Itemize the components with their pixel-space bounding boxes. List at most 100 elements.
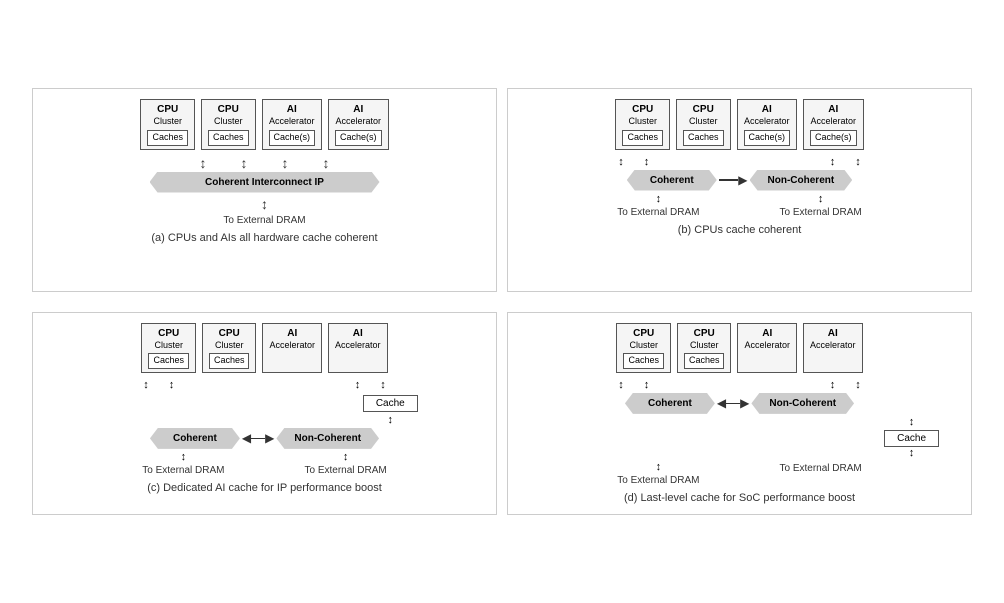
main-container: CPU Cluster Caches CPU Cluster Caches AI… bbox=[22, 78, 982, 525]
horiz-arrow-right-c: ▶ bbox=[265, 431, 274, 445]
d-ai2-title: AI bbox=[810, 327, 856, 340]
horiz-arrow-left-c: ◀ bbox=[242, 431, 251, 445]
dram-text-c1: To External DRAM bbox=[142, 465, 224, 476]
cpu2-title: CPU bbox=[208, 103, 249, 116]
block-c-ai2: AI Accelerator bbox=[328, 323, 388, 373]
block-d-ai2: AI Accelerator bbox=[803, 323, 863, 373]
banner-d-left: Coherent bbox=[625, 393, 715, 414]
arrow-a3: ↕ bbox=[282, 156, 289, 170]
ai2-inner: Cache(s) bbox=[335, 130, 382, 146]
arrow-a2: ↕ bbox=[241, 156, 248, 170]
block-c-ai1: AI Accelerator bbox=[262, 323, 322, 373]
arrow-d-dram1: ↕ bbox=[656, 461, 662, 473]
arrow-d3: ↕ bbox=[830, 379, 836, 391]
banners-row-d: Coherent ◀ ▶ Non-Coherent bbox=[625, 393, 854, 414]
b-cpu1-sub: Cluster bbox=[622, 116, 663, 128]
dram-text-c2: To External DRAM bbox=[305, 465, 387, 476]
cpu2-inner: Caches bbox=[208, 130, 249, 146]
arrow-b3: ↕ bbox=[830, 156, 836, 168]
caption-a: (a) CPUs and AIs all hardware cache cohe… bbox=[151, 232, 377, 244]
arrow-d1: ↕ bbox=[618, 379, 624, 391]
blocks-row-b: CPU Cluster Caches CPU Cluster Caches AI… bbox=[615, 99, 863, 149]
c-ai2-sub: Accelerator bbox=[335, 340, 381, 352]
c-cpu2-inner: Caches bbox=[209, 353, 250, 369]
d-cache-box: Cache bbox=[884, 430, 939, 447]
d-ai1-sub: Accelerator bbox=[744, 340, 790, 352]
dram-text-b1: To External DRAM bbox=[617, 207, 699, 218]
block-cpu2: CPU Cluster Caches bbox=[201, 99, 256, 149]
dram-text-a: To External DRAM bbox=[223, 215, 305, 226]
b-cpu2-title: CPU bbox=[683, 103, 724, 116]
block-d-cpu1: CPU Cluster Caches bbox=[616, 323, 671, 373]
arrow-d-cache-up: ↕ bbox=[909, 416, 915, 428]
blocks-row-a: CPU Cluster Caches CPU Cluster Caches AI… bbox=[140, 99, 388, 149]
block-b-ai1: AI Accelerator Cache(s) bbox=[737, 99, 798, 149]
c-ai2-title: AI bbox=[335, 327, 381, 340]
arrow-b2: ↕ bbox=[644, 156, 650, 168]
b-ai2-inner: Cache(s) bbox=[810, 130, 857, 146]
b-cpu2-inner: Caches bbox=[683, 130, 724, 146]
d-cpu1-title: CPU bbox=[623, 327, 664, 340]
horiz-arrow-right-d: ▶ bbox=[740, 396, 749, 410]
caption-c: (c) Dedicated AI cache for IP performanc… bbox=[147, 482, 382, 494]
banner-d-right: Non-Coherent bbox=[751, 393, 854, 414]
banners-row-b: Coherent ▶ Non-Coherent bbox=[627, 170, 852, 191]
block-c-cpu1: CPU Cluster Caches bbox=[141, 323, 196, 373]
c-cache-box: Cache bbox=[363, 395, 418, 412]
dram-text-d1: To External DRAM bbox=[617, 475, 699, 486]
dram-text-d2: To External DRAM bbox=[780, 463, 862, 474]
d-cpu1-inner: Caches bbox=[623, 353, 664, 369]
cpu1-title: CPU bbox=[147, 103, 188, 116]
b-cpu2-sub: Cluster bbox=[683, 116, 724, 128]
arrow-c2: ↕ bbox=[169, 379, 175, 391]
arrow-a-dram: ↕ bbox=[261, 197, 268, 211]
banners-row-c: Coherent ◀ ▶ Non-Coherent bbox=[150, 428, 379, 449]
b-ai1-sub: Accelerator bbox=[744, 116, 791, 128]
block-d-cpu2: CPU Cluster Caches bbox=[677, 323, 732, 373]
block-b-cpu1: CPU Cluster Caches bbox=[615, 99, 670, 149]
cpu1-sub: Cluster bbox=[147, 116, 188, 128]
d-cpu2-inner: Caches bbox=[684, 353, 725, 369]
ai1-title: AI bbox=[269, 103, 316, 116]
caption-d: (d) Last-level cache for SoC performance… bbox=[624, 492, 855, 504]
arrow-a1: ↕ bbox=[200, 156, 207, 170]
c-cpu2-title: CPU bbox=[209, 327, 250, 340]
c-cpu2-sub: Cluster bbox=[209, 340, 250, 352]
arrow-c-cache: ↕ bbox=[388, 414, 394, 426]
b-ai2-title: AI bbox=[810, 103, 857, 116]
b-cpu1-inner: Caches bbox=[622, 130, 663, 146]
arrow-c4: ↕ bbox=[380, 379, 386, 391]
banner-c-left: Coherent bbox=[150, 428, 240, 449]
c-ai1-title: AI bbox=[269, 327, 315, 340]
arrow-c3: ↕ bbox=[355, 379, 361, 391]
diagram-d: CPU Cluster Caches CPU Cluster Caches AI… bbox=[507, 312, 972, 515]
d-cpu1-sub: Cluster bbox=[623, 340, 664, 352]
arrow-d-cache-down: ↕ bbox=[909, 447, 915, 459]
b-ai1-inner: Cache(s) bbox=[744, 130, 791, 146]
d-ai2-sub: Accelerator bbox=[810, 340, 856, 352]
block-ai2: AI Accelerator Cache(s) bbox=[328, 99, 389, 149]
diagram-b: CPU Cluster Caches CPU Cluster Caches AI… bbox=[507, 88, 972, 291]
arrow-d4: ↕ bbox=[855, 379, 861, 391]
banner-b-right: Non-Coherent bbox=[750, 170, 853, 191]
blocks-row-d: CPU Cluster Caches CPU Cluster Caches AI… bbox=[616, 323, 862, 373]
arrow-c1: ↕ bbox=[143, 379, 149, 391]
block-c-cpu2: CPU Cluster Caches bbox=[202, 323, 257, 373]
c-cpu1-title: CPU bbox=[148, 327, 189, 340]
arrow-a4: ↕ bbox=[323, 156, 330, 170]
c-ai1-sub: Accelerator bbox=[269, 340, 315, 352]
block-b-ai2: AI Accelerator Cache(s) bbox=[803, 99, 864, 149]
b-cpu1-title: CPU bbox=[622, 103, 663, 116]
cpu1-inner: Caches bbox=[147, 130, 188, 146]
d-ai1-title: AI bbox=[744, 327, 790, 340]
arrow-c-dram2: ↕ bbox=[343, 451, 349, 463]
d-cpu2-sub: Cluster bbox=[684, 340, 725, 352]
b-ai2-sub: Accelerator bbox=[810, 116, 857, 128]
block-cpu1: CPU Cluster Caches bbox=[140, 99, 195, 149]
d-cpu2-title: CPU bbox=[684, 327, 725, 340]
blocks-row-c: CPU Cluster Caches CPU Cluster Caches AI… bbox=[141, 323, 387, 373]
b-ai1-title: AI bbox=[744, 103, 791, 116]
banner-c-right: Non-Coherent bbox=[276, 428, 379, 449]
arrow-c-dram1: ↕ bbox=[181, 451, 187, 463]
cpu2-sub: Cluster bbox=[208, 116, 249, 128]
